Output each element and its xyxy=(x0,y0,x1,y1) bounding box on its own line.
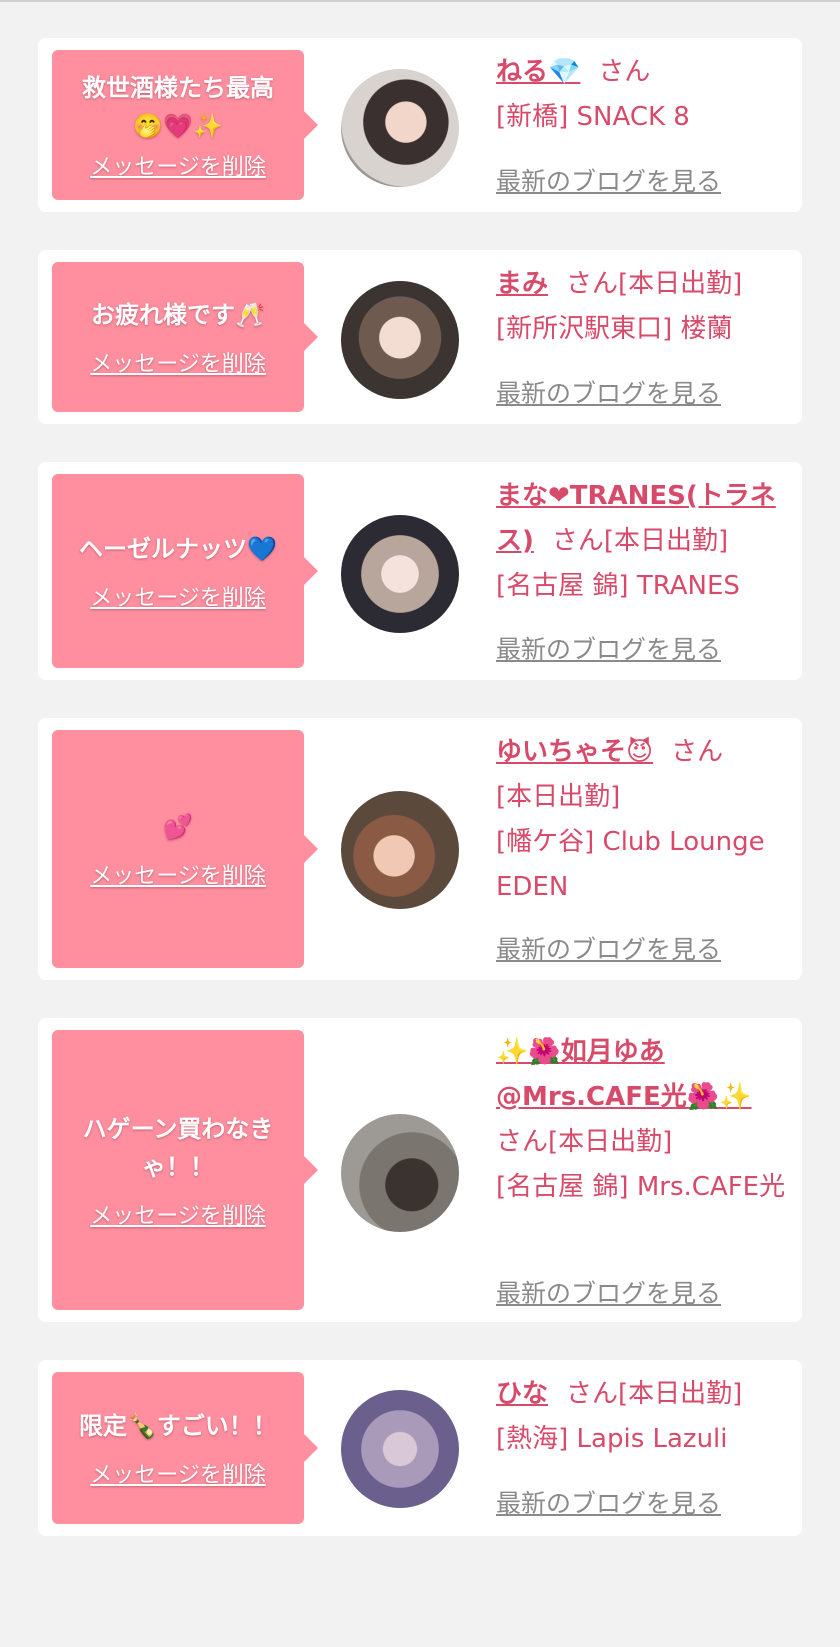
cast-name-link[interactable]: ✨🌺如月ゆあ@Mrs.CAFE光🌺✨ xyxy=(496,1037,752,1112)
avatar[interactable] xyxy=(341,515,459,633)
message-bubble: 救世酒様たち最高 🤭💗✨ メッセージを削除 xyxy=(52,50,318,200)
message-card: 救世酒様たち最高 🤭💗✨ メッセージを削除 ねる💎 さん [新橋] SNACK 8 … xyxy=(38,38,802,212)
message-bubble: ヘーゼルナッツ💙 メッセージを削除 xyxy=(52,474,318,668)
delete-message-link[interactable]: メッセージを削除 xyxy=(90,1198,266,1230)
message-card: 限定🍾すごい！！ メッセージを削除 ひな さん[本日出勤] [熱海] Lapis … xyxy=(38,1360,802,1536)
message-card: 💕 メッセージを削除 ゆいちゃそ😈 さん [本日出勤] [幡ケ谷] Club Lo… xyxy=(38,718,802,980)
work-status: [本日出勤] xyxy=(618,1379,743,1409)
delete-message-link[interactable]: メッセージを削除 xyxy=(90,858,266,890)
honorific: さん xyxy=(496,1127,549,1157)
message-bubble: 限定🍾すごい！！ メッセージを削除 xyxy=(52,1372,318,1524)
cast-info: ✨🌺如月ゆあ@Mrs.CAFE光🌺✨ さん[本日出勤] [名古屋 錦] Mrs.… xyxy=(496,1030,796,1210)
message-text: ヘーゼルナッツ💙 xyxy=(79,535,277,563)
latest-blog-link[interactable]: 最新のブログを見る xyxy=(496,374,721,410)
delete-message-link[interactable]: メッセージを削除 xyxy=(90,1457,266,1489)
delete-message-link[interactable]: メッセージを削除 xyxy=(90,580,266,612)
message-card: ヘーゼルナッツ💙 メッセージを削除 まな❤TRANES(トラネス) さん[本日出勤… xyxy=(38,462,802,680)
honorific: さん xyxy=(566,269,619,299)
honorific: さん xyxy=(598,57,651,87)
shop-name: [名古屋 錦] TRANES xyxy=(496,571,740,601)
message-card: お疲れ様です🥂 メッセージを削除 まみ さん[本日出勤] [新所沢駅東口] 楼蘭 … xyxy=(38,250,802,424)
top-divider xyxy=(0,0,840,2)
message-emoji: 💕 xyxy=(163,813,193,841)
cast-name-link[interactable]: ねる💎 xyxy=(496,57,580,87)
message-bubble: ハゲーン買わなきゃ！！ メッセージを削除 xyxy=(52,1030,318,1310)
shop-name: [熱海] Lapis Lazuli xyxy=(496,1424,728,1454)
cast-info: まな❤TRANES(トラネス) さん[本日出勤] [名古屋 錦] TRANES xyxy=(496,474,796,609)
message-emoji: 🤭💗✨ xyxy=(133,112,223,140)
honorific: さん xyxy=(551,526,604,556)
avatar[interactable] xyxy=(341,1390,459,1508)
shop-name: [新橋] SNACK 8 xyxy=(496,102,690,132)
cast-info: まみ さん[本日出勤] [新所沢駅東口] 楼蘭 xyxy=(496,262,796,352)
work-status: [本日出勤] xyxy=(548,1127,673,1157)
latest-blog-link[interactable]: 最新のブログを見る xyxy=(496,162,721,198)
latest-blog-link[interactable]: 最新のブログを見る xyxy=(496,630,721,666)
latest-blog-link[interactable]: 最新のブログを見る xyxy=(496,1274,721,1310)
shop-name: [幡ケ谷] Club Lounge EDEN xyxy=(496,827,765,902)
cast-name-link[interactable]: ゆいちゃそ😈 xyxy=(496,737,653,767)
cast-info: ゆいちゃそ😈 さん [本日出勤] [幡ケ谷] Club Lounge EDEN xyxy=(496,730,796,910)
shop-name: [新所沢駅東口] 楼蘭 xyxy=(496,314,733,344)
cast-info: ねる💎 さん [新橋] SNACK 8 xyxy=(496,50,796,140)
message-card: ハゲーン買わなきゃ！！ メッセージを削除 ✨🌺如月ゆあ@Mrs.CAFE光🌺✨ … xyxy=(38,1018,802,1322)
cast-name-link[interactable]: ひな xyxy=(496,1379,548,1409)
message-bubble: 💕 メッセージを削除 xyxy=(52,730,318,968)
work-status: [本日出勤] xyxy=(618,269,743,299)
message-text: お疲れ様です🥂 xyxy=(91,301,265,329)
work-status: [本日出勤] xyxy=(603,526,729,556)
cast-name-link[interactable]: まみ xyxy=(496,269,548,299)
latest-blog-link[interactable]: 最新のブログを見る xyxy=(496,930,721,966)
message-text: 限定🍾すごい！！ xyxy=(79,1412,277,1440)
cast-info: ひな さん[本日出勤] [熱海] Lapis Lazuli xyxy=(496,1372,796,1462)
honorific: さん xyxy=(671,737,724,767)
message-text: 救世酒様たち最高 🤭💗✨ xyxy=(82,74,274,140)
delete-message-link[interactable]: メッセージを削除 xyxy=(90,149,266,181)
honorific: さん xyxy=(566,1379,619,1409)
avatar[interactable] xyxy=(341,791,459,909)
delete-message-link[interactable]: メッセージを削除 xyxy=(90,346,266,378)
message-bubble: お疲れ様です🥂 メッセージを削除 xyxy=(52,262,318,412)
latest-blog-link[interactable]: 最新のブログを見る xyxy=(496,1484,721,1520)
avatar[interactable] xyxy=(341,281,459,399)
avatar[interactable] xyxy=(341,69,459,187)
message-text: ハゲーン買わなきゃ！！ xyxy=(82,1115,274,1181)
shop-name: [名古屋 錦] Mrs.CAFE光 xyxy=(496,1172,786,1202)
avatar[interactable] xyxy=(341,1114,459,1232)
work-status: [本日出勤] xyxy=(496,782,621,812)
